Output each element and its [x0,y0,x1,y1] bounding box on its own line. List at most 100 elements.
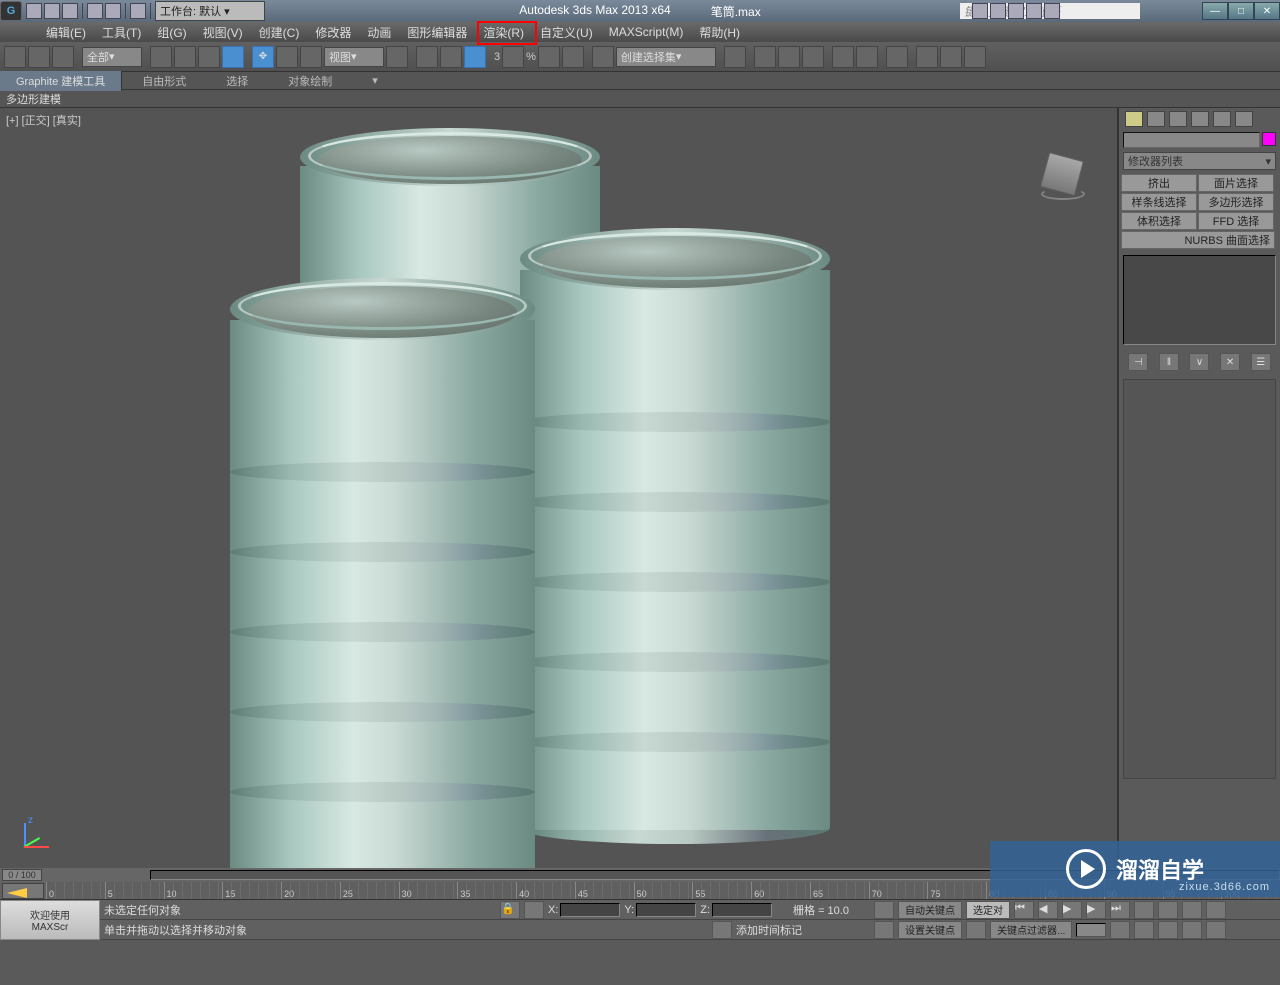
setkey-icon[interactable] [874,921,894,939]
scale-button[interactable] [300,46,322,68]
viewcube[interactable] [1037,148,1087,198]
schematic-button[interactable] [856,46,878,68]
save-icon[interactable] [62,3,78,19]
show-end-button[interactable]: ‖ [1159,353,1179,371]
ribbon-expand-icon[interactable]: ▾ [352,72,398,89]
rotate-button[interactable] [276,46,298,68]
app-logo[interactable]: G [0,1,22,21]
play-prev-icon[interactable] [874,901,894,919]
exchange-icon[interactable] [1008,3,1024,19]
menu-edit[interactable]: 编辑(E) [46,24,86,41]
mirror-button[interactable] [724,46,746,68]
edit-named-button[interactable] [592,46,614,68]
angle-snap-button[interactable] [502,46,524,68]
maximize-button[interactable]: □ [1228,2,1254,20]
time-config-icon[interactable] [1110,921,1130,939]
pin-stack-button[interactable]: ⊣ [1128,353,1148,371]
menu-customize[interactable]: 自定义(U) [540,24,593,41]
refcoord-dropdown[interactable]: 视图 ▾ [324,47,384,67]
close-button[interactable]: ✕ [1254,2,1280,20]
tag-icon[interactable] [712,921,732,939]
window-crossing-button[interactable] [222,46,244,68]
selected-button[interactable]: 选定对 [966,901,1010,919]
panel-tab-modify-icon[interactable] [1147,111,1165,127]
layer-manager-button[interactable] [802,46,824,68]
layers-button[interactable] [778,46,800,68]
next-frame-icon[interactable]: ▶ [1086,901,1106,919]
pivot-button[interactable] [386,46,408,68]
percent-snap-button[interactable] [538,46,560,68]
coord-x-input[interactable] [560,903,620,917]
object-color-swatch[interactable] [1262,132,1276,146]
panel-btn-ffd[interactable]: FFD 选择 [1198,212,1274,230]
select-region-button[interactable] [198,46,220,68]
object-name-input[interactable] [1123,132,1260,148]
play-icon[interactable]: ▶ [1062,901,1082,919]
nav-zoom-icon[interactable] [1134,901,1154,919]
viewport-label[interactable]: [+] [正交] [真实] [6,112,81,128]
cylinder-right[interactable] [520,228,830,844]
nav-fov-icon[interactable] [1134,921,1154,939]
snaps-button[interactable] [464,46,486,68]
subscription-icon[interactable] [990,3,1006,19]
remove-mod-button[interactable]: ✕ [1220,353,1240,371]
isolate-icon[interactable] [524,901,544,919]
bind-button[interactable] [52,46,74,68]
minimize-button[interactable]: — [1202,2,1228,20]
setkey-button[interactable]: 设置关键点 [898,921,962,939]
rollout-area[interactable] [1123,379,1276,779]
ribbon-tab-paint[interactable]: 对象绘制 [268,71,352,91]
manipulate-button[interactable] [416,46,438,68]
select-button[interactable] [150,46,172,68]
named-set-dropdown[interactable]: 创建选择集 ▾ [616,47,716,67]
viewport[interactable]: [+] [正交] [真实] [0,108,1118,868]
panel-tab-hierarchy-icon[interactable] [1169,111,1187,127]
coord-z-input[interactable] [712,903,772,917]
menu-tools[interactable]: 工具(T) [102,24,141,41]
menu-maxscript[interactable]: MAXScript(M) [609,25,684,39]
panel-btn-patch[interactable]: 面片选择 [1198,174,1274,192]
lock-icon[interactable]: 🔒 [500,901,520,919]
panel-btn-spline[interactable]: 样条线选择 [1121,193,1197,211]
configure-button[interactable]: ☰ [1251,353,1271,371]
open-icon[interactable] [44,3,60,19]
panel-tab-utilities-icon[interactable] [1235,111,1253,127]
menu-modifiers[interactable]: 修改器 [315,24,351,41]
make-unique-button[interactable]: ∨ [1189,353,1209,371]
nav-pan-icon[interactable] [1182,901,1202,919]
ribbon-panel-polymodel[interactable]: 多边形建模 [6,91,61,107]
move-button[interactable]: ✥ [252,46,274,68]
ribbon-tab-graphite[interactable]: Graphite 建模工具 [0,71,122,91]
workspace-dropdown[interactable]: 工作台: 默认 ▾ [155,1,265,21]
menu-create[interactable]: 创建(C) [259,24,300,41]
menu-views[interactable]: 视图(V) [203,24,243,41]
add-time-tag[interactable]: 添加时间标记 [736,922,802,938]
selection-filter-dropdown[interactable]: 全部 ▾ [82,47,142,67]
nav-max-icon[interactable] [1206,921,1226,939]
link-button[interactable] [4,46,26,68]
panel-tab-motion-icon[interactable] [1191,111,1209,127]
select-name-button[interactable] [174,46,196,68]
menu-rendering[interactable]: 渲染(R) [483,24,524,41]
menu-graph[interactable]: 图形编辑器 [407,24,467,41]
menu-group[interactable]: 组(G) [157,24,186,41]
spinner-snap-button[interactable] [562,46,584,68]
help-icon[interactable] [1044,3,1060,19]
render-button[interactable] [964,46,986,68]
ribbon-tab-selection[interactable]: 选择 [206,71,268,91]
render-frame-button[interactable] [940,46,962,68]
panel-tab-display-icon[interactable] [1213,111,1231,127]
cylinder-front[interactable] [230,278,535,894]
favorite-icon[interactable] [1026,3,1042,19]
ribbon-tab-freeform[interactable]: 自由形式 [122,71,206,91]
search-icon[interactable] [972,3,988,19]
menu-help[interactable]: 帮助(H) [699,24,740,41]
nav-orbit-icon[interactable] [1206,901,1226,919]
maxscript-listener[interactable]: 欢迎使用MAXScr [0,900,100,940]
nav-zoomall-icon[interactable] [1158,901,1178,919]
panel-btn-nurbs[interactable]: NURBS 曲面选择 [1121,231,1275,249]
render-setup-button[interactable] [916,46,938,68]
modifier-stack[interactable] [1123,255,1276,345]
material-editor-button[interactable] [886,46,908,68]
nav-walk-icon[interactable] [1182,921,1202,939]
